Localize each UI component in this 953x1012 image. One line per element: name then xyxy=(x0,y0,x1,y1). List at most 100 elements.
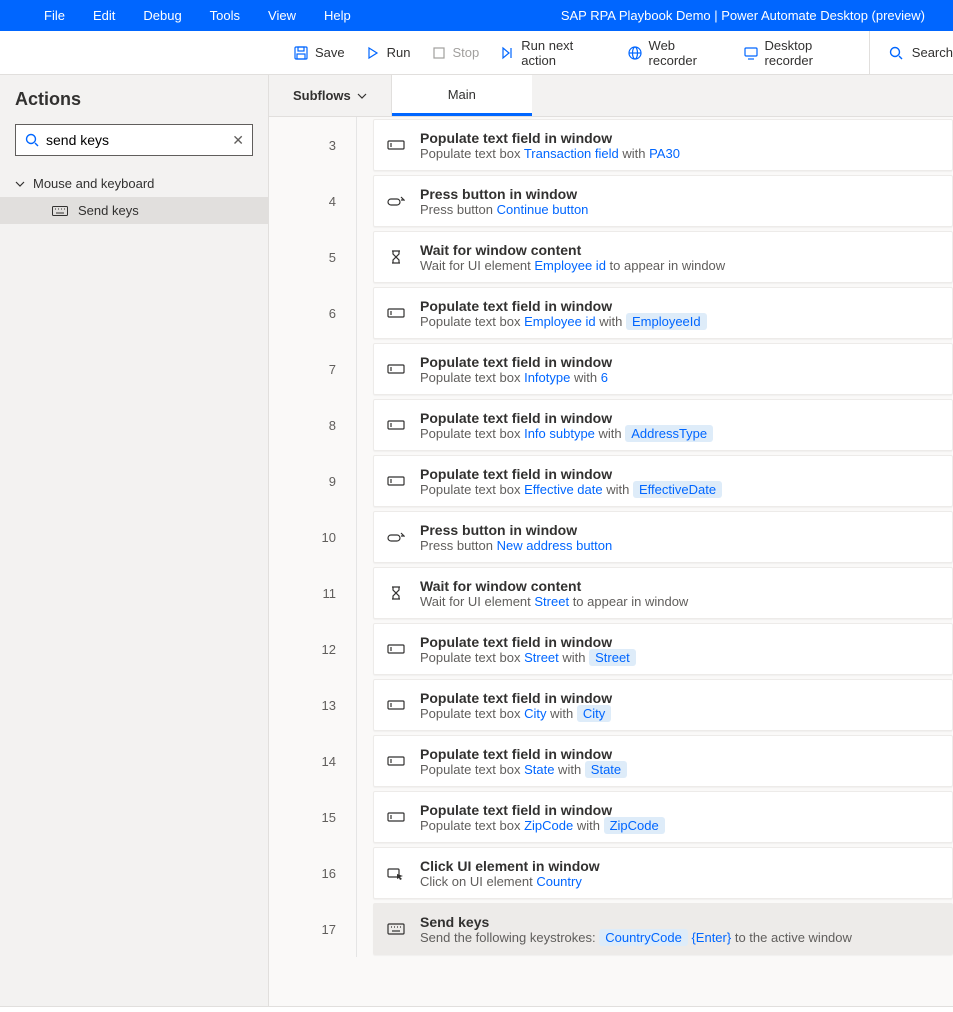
step-row[interactable]: 14 Populate text field in windowPopulate … xyxy=(269,733,953,789)
step-row[interactable]: 3Populate text field in windowPopulate t… xyxy=(269,117,953,173)
actions-search-field[interactable] xyxy=(46,132,232,148)
step-description: Populate text box Transaction field with… xyxy=(420,146,680,161)
step-row[interactable]: 17Send keysSend the following keystrokes… xyxy=(269,901,953,957)
step-number: 7 xyxy=(269,341,357,397)
menu-view[interactable]: View xyxy=(254,0,310,31)
step-card[interactable]: Populate text field in windowPopulate te… xyxy=(373,791,953,843)
textbox-icon xyxy=(386,415,406,435)
wait-icon xyxy=(386,583,406,603)
menu-bar: File Edit Debug Tools View Help SAP RPA … xyxy=(0,0,953,31)
chevron-down-icon xyxy=(15,179,25,189)
step-description: Populate text box Info subtype with Addr… xyxy=(420,426,713,441)
step-row[interactable]: 9Populate text field in windowPopulate t… xyxy=(269,453,953,509)
step-row[interactable]: 5 Wait for window contentWait for UI elem… xyxy=(269,229,953,285)
save-label: Save xyxy=(315,45,345,60)
step-card[interactable]: Wait for window contentWait for UI eleme… xyxy=(373,231,953,283)
tab-bar: Subflows Main xyxy=(269,75,953,117)
textbox-icon xyxy=(386,135,406,155)
search-icon xyxy=(888,45,904,61)
actions-panel: Actions ✕ Mouse and keyboard Send keys xyxy=(0,75,269,1006)
globe-icon xyxy=(627,45,643,61)
menu-tools[interactable]: Tools xyxy=(196,0,254,31)
step-title: Populate text field in window xyxy=(420,466,722,482)
step-number: 13 xyxy=(269,677,357,733)
clear-search-icon[interactable]: ✕ xyxy=(232,132,244,149)
step-description: Populate text box State with State xyxy=(420,762,627,777)
run-button[interactable]: Run xyxy=(355,31,421,75)
step-description: Click on UI element Country xyxy=(420,874,600,889)
run-next-label: Run next action xyxy=(521,38,606,68)
tab-main[interactable]: Main xyxy=(392,75,532,116)
step-row[interactable]: 6Populate text field in windowPopulate t… xyxy=(269,285,953,341)
save-button[interactable]: Save xyxy=(283,31,355,75)
step-row[interactable]: 4Press button in windowPress button Cont… xyxy=(269,173,953,229)
toolbar-search-label: Search xyxy=(912,45,953,60)
actions-search-input[interactable]: ✕ xyxy=(15,124,253,156)
chevron-down-icon xyxy=(357,91,367,101)
run-label: Run xyxy=(387,45,411,60)
step-description: Wait for UI element Employee id to appea… xyxy=(420,258,725,273)
step-card[interactable]: Populate text field in windowPopulate te… xyxy=(373,735,953,787)
toolbar-search[interactable]: Search xyxy=(869,31,953,75)
step-card[interactable]: Populate text field in windowPopulate te… xyxy=(373,399,953,451)
click-icon xyxy=(386,863,406,883)
action-item-send-keys[interactable]: Send keys xyxy=(0,197,268,224)
menu-file[interactable]: File xyxy=(0,0,79,31)
step-card[interactable]: Populate text field in windowPopulate te… xyxy=(373,623,953,675)
step-row[interactable]: 16Click UI element in windowClick on UI … xyxy=(269,845,953,901)
toolbar: Save Run Stop Run next action Web record… xyxy=(0,31,953,75)
wait-icon xyxy=(386,247,406,267)
step-row[interactable]: 7 Populate text field in windowPopulate t… xyxy=(269,341,953,397)
step-card[interactable]: Press button in windowPress button New a… xyxy=(373,511,953,563)
stop-button[interactable]: Stop xyxy=(421,31,490,75)
press-icon xyxy=(386,527,406,547)
step-row[interactable]: 15Populate text field in windowPopulate … xyxy=(269,789,953,845)
step-title: Populate text field in window xyxy=(420,410,713,426)
action-group-mouse-keyboard[interactable]: Mouse and keyboard xyxy=(0,170,268,197)
press-icon xyxy=(386,191,406,211)
subflows-button[interactable]: Subflows xyxy=(269,75,392,116)
step-card[interactable]: Populate text field in windowPopulate te… xyxy=(373,287,953,339)
window-title: SAP RPA Playbook Demo | Power Automate D… xyxy=(561,8,925,23)
step-row[interactable]: 12 Populate text field in windowPopulate … xyxy=(269,621,953,677)
step-title: Wait for window content xyxy=(420,578,688,594)
desktop-recorder-button[interactable]: Desktop recorder xyxy=(733,31,869,75)
desktop-icon xyxy=(743,45,759,61)
step-card[interactable]: Click UI element in windowClick on UI el… xyxy=(373,847,953,899)
textbox-icon xyxy=(386,359,406,379)
step-number: 5 xyxy=(269,229,357,285)
step-row[interactable]: 13 Populate text field in windowPopulate … xyxy=(269,677,953,733)
menu-debug[interactable]: Debug xyxy=(129,0,195,31)
step-card[interactable]: Populate text field in windowPopulate te… xyxy=(373,343,953,395)
status-bar xyxy=(0,1006,953,1012)
save-icon xyxy=(293,45,309,61)
step-card[interactable]: Populate text field in windowPopulate te… xyxy=(373,119,953,171)
step-card[interactable]: Populate text field in windowPopulate te… xyxy=(373,455,953,507)
step-row[interactable]: 11 Wait for window contentWait for UI ele… xyxy=(269,565,953,621)
step-title: Press button in window xyxy=(420,186,588,202)
step-card[interactable]: Send keysSend the following keystrokes: … xyxy=(373,903,953,955)
step-title: Press button in window xyxy=(420,522,612,538)
step-description: Populate text box Employee id with Emplo… xyxy=(420,314,707,329)
web-recorder-button[interactable]: Web recorder xyxy=(617,31,733,75)
step-row[interactable]: 10 Press button in windowPress button New… xyxy=(269,509,953,565)
menu-help[interactable]: Help xyxy=(310,0,365,31)
step-card[interactable]: Populate text field in windowPopulate te… xyxy=(373,679,953,731)
menu-edit[interactable]: Edit xyxy=(79,0,129,31)
step-title: Populate text field in window xyxy=(420,354,612,370)
step-row[interactable]: 8Populate text field in windowPopulate t… xyxy=(269,397,953,453)
step-number: 11 xyxy=(269,565,357,621)
step-title: Wait for window content xyxy=(420,242,725,258)
step-number: 10 xyxy=(269,509,357,565)
steps-list[interactable]: 3Populate text field in windowPopulate t… xyxy=(269,117,953,1006)
step-description: Wait for UI element Street to appear in … xyxy=(420,594,688,609)
run-next-button[interactable]: Run next action xyxy=(489,31,616,75)
flow-editor: Subflows Main 3Populate text field in wi… xyxy=(269,75,953,1006)
step-number: 14 xyxy=(269,733,357,789)
play-icon xyxy=(365,45,381,61)
step-card[interactable]: Wait for window contentWait for UI eleme… xyxy=(373,567,953,619)
step-card[interactable]: Press button in windowPress button Conti… xyxy=(373,175,953,227)
step-number: 12 xyxy=(269,621,357,677)
step-icon xyxy=(499,45,515,61)
desktop-recorder-label: Desktop recorder xyxy=(765,38,859,68)
